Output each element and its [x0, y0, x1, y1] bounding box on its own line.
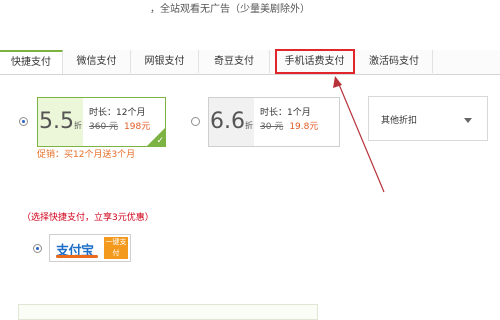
- plan-1-month-option[interactable]: 6.6折 时长：1个月 30 元 19.8元: [208, 97, 340, 147]
- plan-info: 时长：1个月 30 元 19.8元: [260, 106, 318, 134]
- alipay-radio[interactable]: [33, 244, 42, 253]
- tab-qidou-pay[interactable]: 奇豆支付: [199, 50, 270, 73]
- discount-unit: 折: [245, 121, 253, 130]
- original-price: 360 元: [89, 122, 119, 132]
- tab-bank-pay[interactable]: 网银支付: [131, 50, 199, 73]
- alipay-option[interactable]: 支付宝 一键支付: [49, 234, 131, 262]
- plan-12-month-radio[interactable]: [19, 117, 28, 126]
- plan-duration: 时长：1个月: [260, 108, 311, 118]
- plan-info: 时长：12个月 360 元 198元: [89, 106, 150, 134]
- payment-tab-bar: 快捷支付 微信支付 网银支付 奇豆支付 手机话费支付 激活码支付: [0, 49, 500, 75]
- tab-wechat-pay[interactable]: 微信支付: [63, 50, 131, 73]
- tab-activation-code-pay[interactable]: 激活码支付: [356, 50, 433, 73]
- discount-badge: 6.6折: [209, 98, 254, 146]
- original-price: 30 元: [260, 122, 284, 132]
- quick-pay-hint: （选择快捷支付，立享3元优惠）: [22, 213, 154, 223]
- promo-text: 促销：买12个月送3个月: [37, 150, 136, 160]
- tab-quick-pay[interactable]: 快捷支付: [0, 50, 63, 74]
- other-discount-dropdown[interactable]: 其他折扣: [368, 96, 488, 141]
- plan-duration: 时长：12个月: [89, 108, 146, 118]
- other-discount-label: 其他折扣: [381, 116, 418, 126]
- top-note: ，全站观看无广告（少量美剧除外）: [150, 4, 310, 15]
- chevron-down-icon: [464, 118, 472, 123]
- discount-badge: 5.5折: [38, 98, 83, 146]
- alipay-tag: 一键支付: [104, 237, 128, 259]
- check-icon: ✓: [156, 136, 164, 146]
- discount-unit: 折: [74, 121, 82, 130]
- plan-12-month-option[interactable]: 5.5折 时长：12个月 360 元 198元 ✓: [37, 97, 166, 147]
- discount-value: 6.6: [210, 109, 245, 134]
- plan-1-month-radio[interactable]: [191, 117, 200, 126]
- sale-price: 19.8元: [289, 122, 319, 132]
- alipay-swoosh: [56, 255, 98, 258]
- tab-mobile-bill-pay[interactable]: 手机话费支付: [275, 49, 355, 74]
- discount-value: 5.5: [39, 109, 74, 134]
